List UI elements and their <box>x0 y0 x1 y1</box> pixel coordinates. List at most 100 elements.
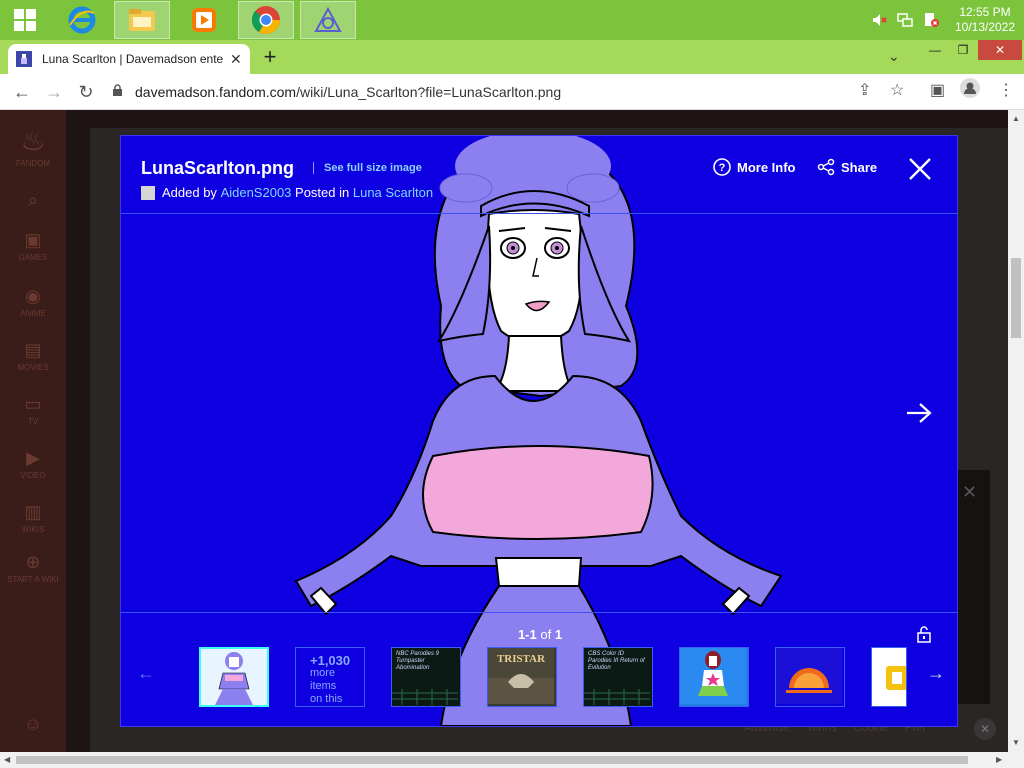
app-taskbar-button[interactable] <box>300 1 356 39</box>
rail-item-games[interactable]: ▣ GAMES <box>0 230 66 262</box>
lightbox-header: LunaScarlton.png See full size image Add… <box>121 136 957 214</box>
internet-explorer-taskbar-button[interactable] <box>54 1 110 39</box>
share-icon <box>817 158 835 176</box>
rail-item-anime[interactable]: ◉ ANIME <box>0 286 66 318</box>
file-explorer-taskbar-button[interactable] <box>114 1 170 39</box>
question-circle-icon: ? <box>713 158 731 176</box>
chrome-taskbar-button[interactable] <box>238 1 294 39</box>
rail-label: VIDEO <box>20 471 46 480</box>
volume-muted-icon[interactable] <box>868 9 890 31</box>
thumb-image <box>776 648 842 704</box>
image-lightbox: LunaScarlton.png See full size image Add… <box>120 135 958 727</box>
lock-icon[interactable] <box>112 84 123 100</box>
rail-label: GAMES <box>18 253 48 262</box>
fandom-logo-rail-item[interactable]: ♨ FANDOM <box>0 124 66 168</box>
profile-avatar-icon[interactable] <box>960 78 980 103</box>
thumb-caption: CBS Color ID Parodies III Return of Evil… <box>588 651 645 671</box>
thumb-image <box>201 649 267 705</box>
posted-in-label: Posted in <box>295 185 350 200</box>
filmstrip-thumb-partial[interactable] <box>871 647 907 707</box>
internet-explorer-icon <box>68 6 96 34</box>
rail-user-icon[interactable]: ☺ <box>0 714 66 737</box>
media-player-taskbar-button[interactable] <box>176 1 232 39</box>
count-range: 1-1 <box>517 627 537 642</box>
filmstrip-thumb-character[interactable] <box>679 647 749 707</box>
windows-taskbar: 12:55 PM 10/13/2022 <box>0 0 1024 40</box>
lightbox-filmstrip: 1-1 of 1 ← +1,030 more items on this NBC… <box>121 612 957 726</box>
rail-item-start-a-wiki[interactable]: ⊕ START A WIKI <box>0 552 66 584</box>
vertical-scroll-thumb[interactable] <box>1011 258 1021 338</box>
close-window-button[interactable]: ✕ <box>978 40 1022 60</box>
filmstrip-prev-arrow-icon[interactable]: ← <box>137 663 155 684</box>
action-center-alert-icon[interactable] <box>920 9 942 31</box>
tristar-text: TRISTAR <box>497 653 546 665</box>
horizontal-scrollbar[interactable]: ◀ ▶ <box>0 752 1024 768</box>
scroll-left-arrow-icon[interactable]: ◀ <box>4 755 10 764</box>
scroll-up-arrow-icon[interactable]: ▲ <box>1012 114 1020 123</box>
new-tab-button[interactable]: + <box>258 46 282 70</box>
more-info-button[interactable]: ? More Info <box>713 158 796 176</box>
next-image-arrow-icon[interactable] <box>905 402 933 424</box>
tab-close-icon[interactable]: ✕ <box>230 51 242 68</box>
scroll-down-arrow-icon[interactable]: ▼ <box>1012 738 1020 747</box>
share-button[interactable]: Share <box>817 158 877 176</box>
rail-item-wikis[interactable]: ▥ WIKIS <box>0 502 66 534</box>
thumb-image: TRISTAR <box>488 648 554 704</box>
url-text: davemadson.fandom.com/wiki/Luna_Scarlton… <box>135 84 561 100</box>
windows-start-button[interactable] <box>0 1 50 39</box>
more-info-label: More Info <box>737 159 796 175</box>
rail-search-icon[interactable]: ⌕ <box>0 190 66 213</box>
background-dismiss-icon[interactable]: ✕ <box>974 718 996 740</box>
posted-in-link[interactable]: Luna Scarlton <box>353 185 433 200</box>
restore-window-button[interactable]: ❐ <box>946 40 980 60</box>
background-panel <box>958 470 990 704</box>
scroll-right-arrow-icon[interactable]: ▶ <box>996 755 1002 764</box>
rail-item-tv[interactable]: ▭ TV <box>0 394 66 426</box>
horizontal-scroll-thumb[interactable] <box>16 756 968 764</box>
thumb-image <box>872 648 906 704</box>
filmstrip-thumb-tristar[interactable]: TRISTAR <box>487 647 557 707</box>
background-close-icon[interactable]: ✕ <box>962 482 977 503</box>
filmstrip-more-items[interactable]: +1,030 more items on this <box>295 647 365 707</box>
rail-item-movies[interactable]: ▤ MOVIES <box>0 340 66 372</box>
tab-search-chevron-icon[interactable]: ⌄ <box>888 48 900 65</box>
rail-label: MOVIES <box>17 363 49 372</box>
chrome-menu-icon[interactable]: ⋮ <box>998 80 1014 100</box>
lightbox-close-icon[interactable] <box>907 156 933 182</box>
media-player-icon <box>192 8 216 32</box>
see-full-size-link[interactable]: See full size image <box>313 162 422 174</box>
network-icon[interactable] <box>894 9 916 31</box>
filmstrip-thumb-luna-scarlton[interactable] <box>199 647 269 707</box>
back-arrow-icon[interactable]: ← <box>10 80 34 104</box>
rail-label: FANDOM <box>15 159 51 168</box>
filmstrip-thumb-cbs-parodies[interactable]: CBS Color ID Parodies III Return of Evil… <box>583 647 653 707</box>
filmstrip-thumb-sunrise-logo[interactable] <box>775 647 845 707</box>
reload-icon[interactable]: ↻ <box>74 80 98 104</box>
url-path: /wiki/Luna_Scarlton?file=LunaScarlton.pn… <box>296 84 562 100</box>
thumb-image <box>680 648 746 704</box>
url-host: davemadson.fandom.com <box>135 84 297 100</box>
svg-text:?: ? <box>719 162 726 174</box>
filmstrip-next-arrow-icon[interactable]: → <box>927 663 945 684</box>
system-clock[interactable]: 12:55 PM 10/13/2022 <box>946 5 1024 35</box>
thumb-caption: NBC Parodies 9 Turnpaster Abomination <box>396 651 440 671</box>
address-bar[interactable]: davemadson.fandom.com/wiki/Luna_Scarlton… <box>108 78 918 106</box>
vertical-scrollbar[interactable]: ▲ ▼ <box>1008 110 1024 752</box>
forward-arrow-icon[interactable]: → <box>42 80 66 104</box>
browser-tab-strip: Luna Scarlton | Davemadson ente ✕ + ⌄ — … <box>0 40 1024 74</box>
chrome-icon <box>251 6 280 34</box>
more-items-text: more items on this <box>310 667 343 705</box>
lightbox-filename: LunaScarlton.png <box>141 158 294 178</box>
rail-label: START A WIKI <box>7 575 59 584</box>
unlock-icon[interactable] <box>915 625 933 643</box>
browser-tab[interactable]: Luna Scarlton | Davemadson ente ✕ <box>8 44 250 74</box>
share-page-icon[interactable]: ⇪ <box>858 80 871 100</box>
uploader-avatar[interactable] <box>141 185 155 200</box>
browser-toolbar: ← → ↻ davemadson.fandom.com/wiki/Luna_Sc… <box>0 74 1024 110</box>
bookmark-star-icon[interactable]: ☆ <box>890 80 904 100</box>
filmstrip-thumb-nbc-parodies[interactable]: NBC Parodies 9 Turnpaster Abomination <box>391 647 461 707</box>
rail-label: WIKIS <box>21 525 45 534</box>
rail-item-video[interactable]: ▶ VIDEO <box>0 448 66 480</box>
uploader-link[interactable]: AidenS2003 <box>221 185 292 200</box>
side-panel-icon[interactable]: ▣ <box>930 80 945 100</box>
